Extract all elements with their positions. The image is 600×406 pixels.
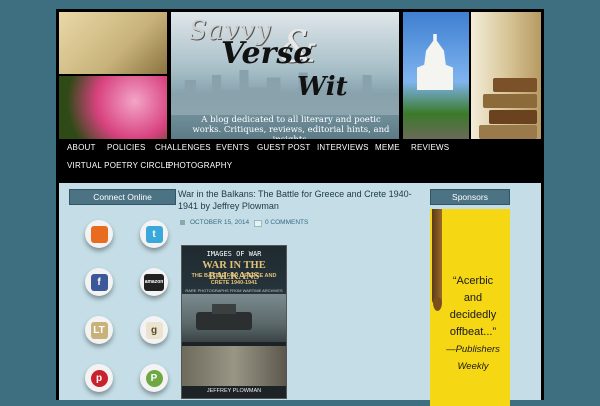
book-stack-item xyxy=(489,110,537,124)
posterous-link[interactable]: P xyxy=(140,364,168,392)
tank-turret-shape xyxy=(212,304,236,314)
nav-reviews[interactable]: REVIEWS xyxy=(411,143,449,152)
ad-line: Weekly xyxy=(457,361,489,372)
logo-word-verse: Verse xyxy=(221,36,313,71)
connect-online-widget: Connect Online t f amazon LT g p P xyxy=(69,189,176,392)
nav-policies[interactable]: POLICIES xyxy=(107,143,146,152)
nav-virtual-poetry-circle[interactable]: VIRTUAL POETRY CIRCLE xyxy=(67,161,171,170)
ad-line: “Acerbic xyxy=(452,275,494,287)
amazon-link[interactable]: amazon xyxy=(140,268,168,296)
librarything-link[interactable]: LT xyxy=(85,316,113,344)
pinterest-icon: p xyxy=(90,369,108,387)
ad-line: and xyxy=(463,292,483,304)
cover-subtitle: THE BATTLE FOR GREECE AND CRETE 1940-194… xyxy=(191,273,277,286)
nav-challenges[interactable]: CHALLENGES xyxy=(155,143,211,152)
logo-word-wit: Wit xyxy=(297,72,348,102)
nav-about[interactable]: ABOUT xyxy=(67,143,96,152)
book-stack-item xyxy=(479,125,537,139)
content-area: Connect Online t f amazon LT g p P War in the … xyxy=(59,183,541,406)
rss-icon xyxy=(90,225,108,243)
header-image-capitol xyxy=(403,12,469,139)
book-stack-item xyxy=(483,94,537,108)
nav-photography[interactable]: PHOTOGRAPHY xyxy=(168,161,232,170)
ad-line: —Publishers xyxy=(446,344,500,355)
sponsor-ad-text: “Acerbic and decidedly offbeat...” —Publ… xyxy=(438,273,508,375)
amazon-icon: amazon xyxy=(144,273,164,291)
header-banner[interactable]: Savvy & Verse Wit A blog dedicated to al… xyxy=(59,12,541,139)
facebook-icon: f xyxy=(90,273,108,291)
page-frame: Savvy & Verse Wit A blog dedicated to al… xyxy=(56,9,544,406)
goodreads-icon: g xyxy=(145,321,163,339)
post-comments-link[interactable]: 0 COMMENTS xyxy=(265,219,308,226)
twitter-icon: t xyxy=(145,225,163,243)
sponsor-ad[interactable]: “Acerbic and decidedly offbeat...” —Publ… xyxy=(430,209,510,406)
site-tagline: A blog dedicated to all literary and poe… xyxy=(192,115,390,139)
cover-bottom-photos xyxy=(182,346,286,386)
nav-guest-post[interactable]: GUEST POST xyxy=(257,143,310,152)
goodreads-link[interactable]: g xyxy=(140,316,168,344)
capitol-dome-shape xyxy=(417,34,453,90)
comment-icon xyxy=(254,220,262,227)
librarything-icon: LT xyxy=(90,321,108,339)
sponsors-title: Sponsors xyxy=(430,189,510,205)
header-image-books xyxy=(471,12,541,139)
calendar-icon xyxy=(180,220,185,225)
nav-meme[interactable]: MEME xyxy=(375,143,400,152)
cover-tagline: RARE PHOTOGRAPHS FROM WARTIME ARCHIVES xyxy=(185,288,283,293)
post-date: OCTOBER 15, 2014 xyxy=(190,219,250,226)
post-title[interactable]: War in the Balkans: The Battle for Greec… xyxy=(178,189,418,212)
ad-line: decidedly xyxy=(449,309,497,321)
header-image-notebook xyxy=(59,12,167,74)
pinterest-link[interactable]: p xyxy=(85,364,113,392)
cover-tank-photo xyxy=(182,294,286,342)
tank-shape xyxy=(196,312,252,330)
facebook-link[interactable]: f xyxy=(85,268,113,296)
nav-interviews[interactable]: INTERVIEWS xyxy=(317,143,369,152)
post: War in the Balkans: The Battle for Greec… xyxy=(178,189,418,399)
posterous-icon: P xyxy=(145,369,163,387)
connect-online-title: Connect Online xyxy=(69,189,176,205)
main-nav: ABOUT POLICIES CHALLENGES EVENTS GUEST P… xyxy=(59,139,541,183)
header-image-roses xyxy=(59,76,167,139)
rss-link[interactable] xyxy=(85,220,113,248)
nav-events[interactable]: EVENTS xyxy=(216,143,249,152)
post-meta: OCTOBER 15, 2014 0 COMMENTS xyxy=(178,219,418,228)
ad-line: offbeat...” xyxy=(449,326,497,338)
site-logo[interactable]: Savvy & Verse Wit A blog dedicated to al… xyxy=(171,12,399,139)
cover-series: IMAGES OF WAR xyxy=(206,250,262,258)
twitter-link[interactable]: t xyxy=(140,220,168,248)
sponsors-widget: Sponsors “Acerbic and decidedly offbeat.… xyxy=(430,189,510,406)
book-cover-image[interactable]: IMAGES OF WAR WAR IN THE BALKANS THE BAT… xyxy=(181,245,287,399)
cover-author: JEFFREY PLOWMAN xyxy=(206,388,262,394)
book-stack-item xyxy=(493,78,537,92)
